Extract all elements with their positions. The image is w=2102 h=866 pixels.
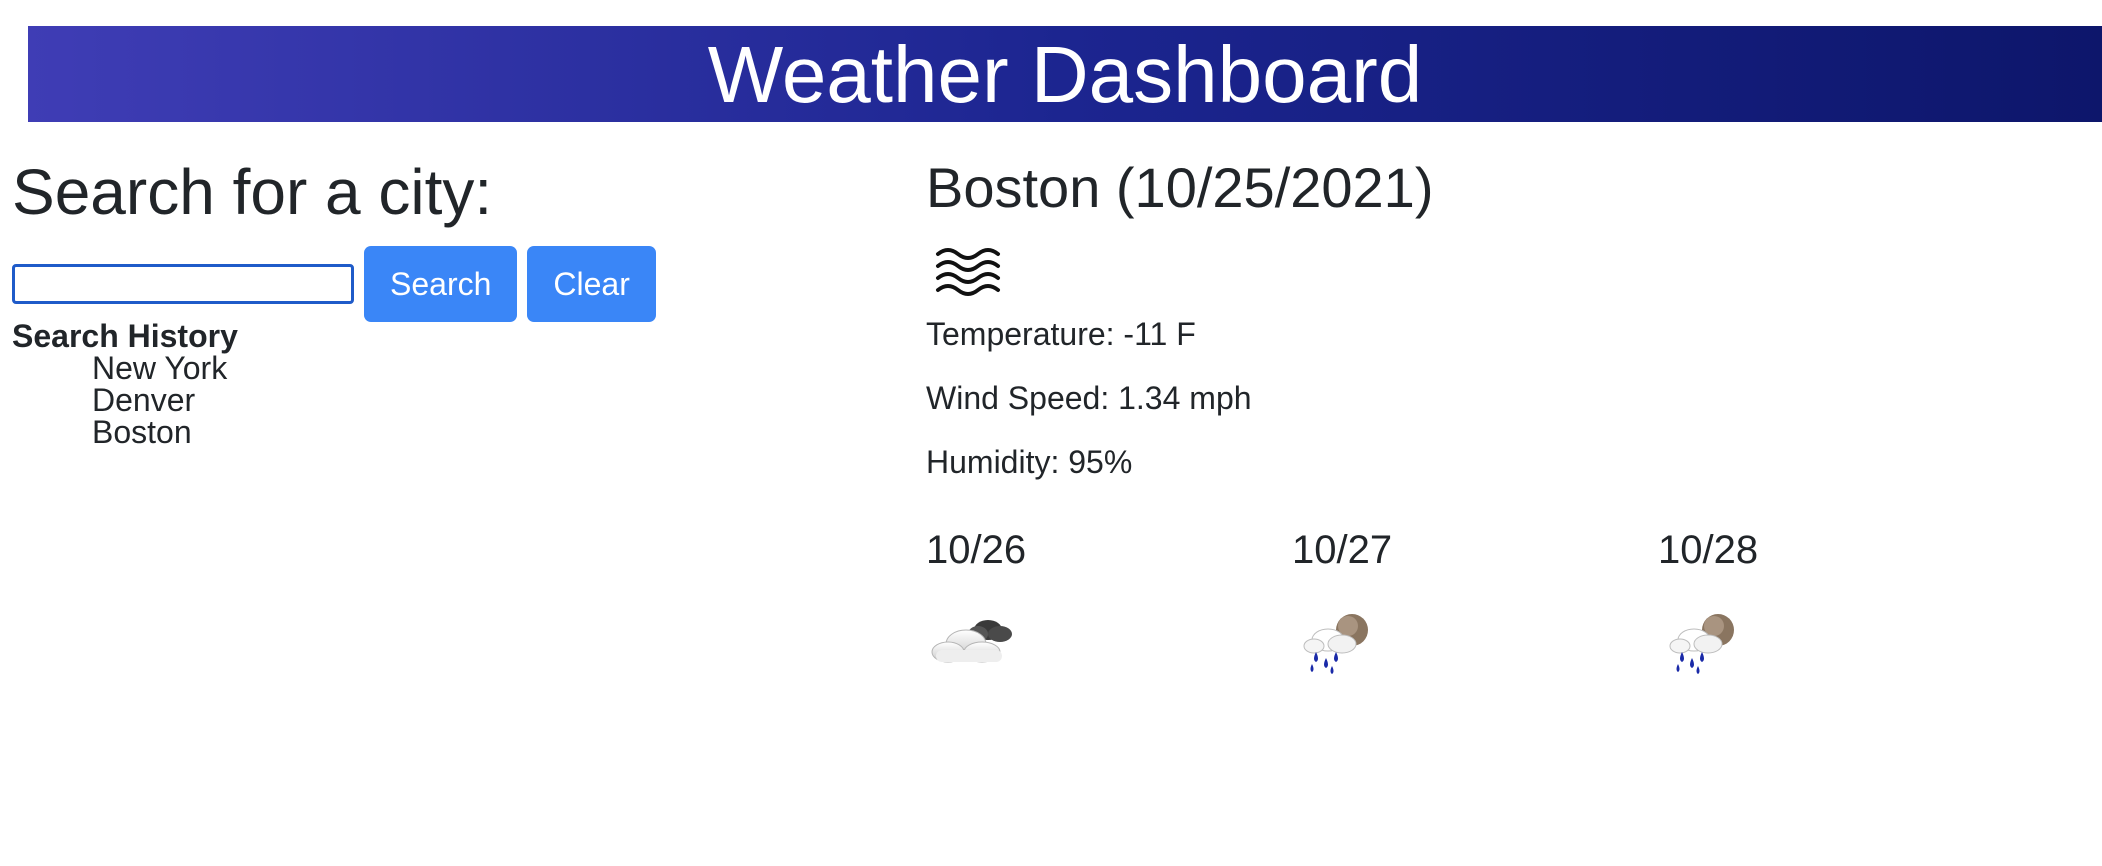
- forecast-date: 10/27: [1292, 528, 1393, 572]
- mist-icon: [936, 248, 1000, 296]
- city-search-input[interactable]: [12, 264, 354, 304]
- weather-panel: Boston (10/25/2021) Temperature: -11 F W…: [926, 150, 2076, 680]
- current-temperature: Temperature: -11 F: [926, 316, 1196, 352]
- search-row: Search Clear: [12, 246, 832, 322]
- page-title: Weather Dashboard: [707, 30, 1423, 119]
- current-wind-speed: Wind Speed: 1.34 mph: [926, 380, 1252, 416]
- history-item-denver[interactable]: Denver: [92, 384, 832, 416]
- history-item-new-york[interactable]: New York: [92, 352, 832, 384]
- search-history-title: Search History: [12, 318, 238, 354]
- forecast-date: 10/28: [1658, 528, 1759, 572]
- search-panel: Search for a city: Search Clear Search H…: [12, 150, 832, 448]
- forecast-row: 10/26 10/27 10/28: [926, 524, 2076, 680]
- current-city-title: Boston (10/25/2021): [926, 156, 1434, 219]
- clear-button[interactable]: Clear: [527, 246, 656, 322]
- current-humidity: Humidity: 95%: [926, 444, 1133, 480]
- rain-icon: [1303, 614, 1368, 674]
- forecast-day: 10/26: [926, 524, 1292, 680]
- search-button[interactable]: Search: [364, 246, 518, 322]
- forecast-day: 10/28: [1658, 524, 2024, 680]
- forecast-date: 10/26: [926, 528, 1027, 572]
- page-header: Weather Dashboard: [28, 26, 2102, 122]
- search-heading: Search for a city:: [12, 156, 493, 228]
- cloudy-icon: [931, 620, 1012, 663]
- history-item-boston[interactable]: Boston: [92, 416, 832, 448]
- forecast-day: 10/27: [1292, 524, 1658, 680]
- rain-icon: [1669, 614, 1734, 674]
- search-history-list: New York Denver Boston: [12, 352, 832, 448]
